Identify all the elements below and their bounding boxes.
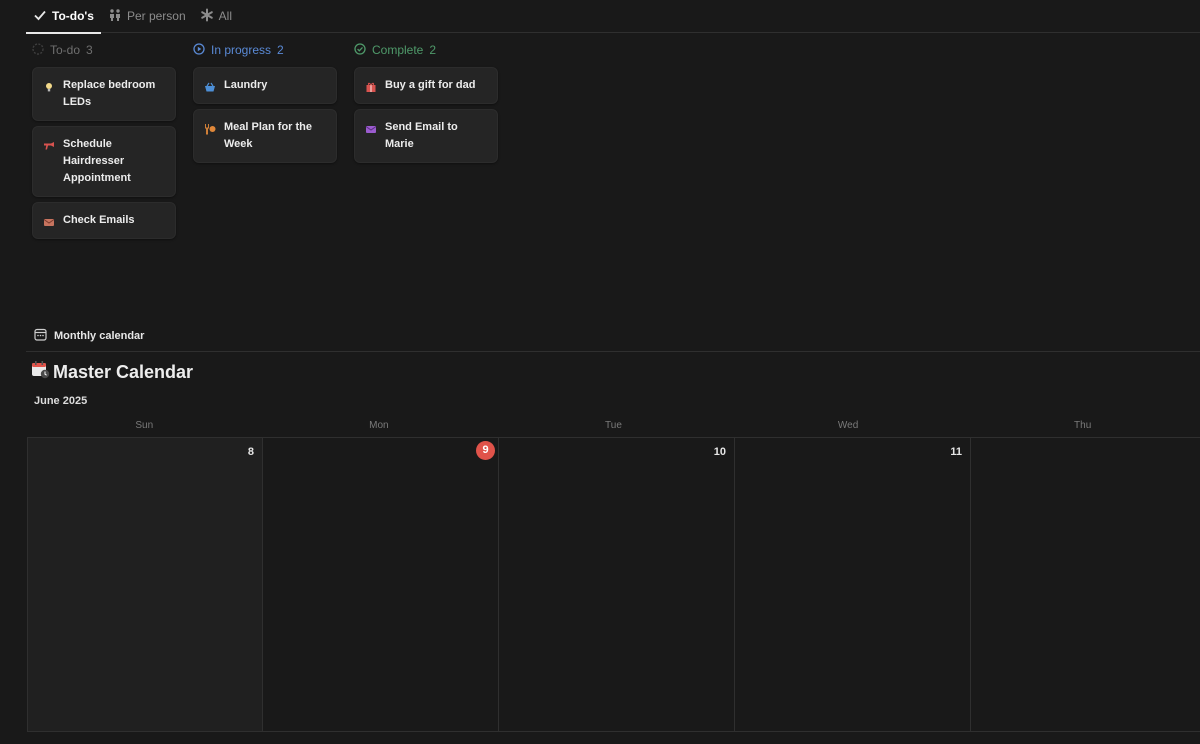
card-title: Schedule Hairdresser Appointment	[63, 138, 131, 184]
task-card[interactable]: Buy a gift for dad	[354, 67, 498, 104]
column-count: 3	[86, 43, 93, 57]
card-title: Buy a gift for dad	[385, 79, 476, 91]
tab-label: All	[218, 9, 232, 23]
play-circle-icon	[193, 42, 205, 58]
tab-label: To-do's	[52, 9, 94, 23]
weekday-label: Tue	[605, 420, 622, 431]
calendar-title: Master Calendar	[31, 360, 193, 384]
month-label: June 2025	[34, 395, 88, 407]
weekday-label: Sun	[135, 420, 154, 431]
column-complete: Complete 2 Buy a gift for dad Send Email…	[354, 42, 498, 244]
column-title: In progress	[211, 43, 272, 57]
monthly-calendar-label: Monthly calendar	[54, 330, 145, 342]
tab-label: Per person	[126, 9, 186, 23]
day-number: 10	[713, 446, 726, 458]
calendar-day-cell[interactable]: 10	[499, 438, 735, 732]
weekday-label: Mon	[369, 420, 389, 431]
task-card[interactable]: Check Emails	[32, 202, 176, 239]
calendar-grid: 8 9 10 11	[27, 438, 1200, 732]
calendar-title-text: Master Calendar	[53, 361, 194, 382]
kanban-board: To-do 3 Replace bedroom LEDs Schedule Ha…	[32, 42, 498, 244]
envelope-icon	[365, 122, 377, 134]
monthly-calendar-link[interactable]: Monthly calendar	[34, 328, 144, 344]
card-title: Replace bedroom LEDs	[63, 79, 156, 108]
column-title: Complete	[372, 43, 424, 57]
lightbulb-icon	[43, 80, 55, 92]
check-circle-icon	[354, 42, 366, 58]
card-title: Check Emails	[63, 214, 135, 226]
calendar-icon	[34, 328, 47, 344]
envelope-icon	[43, 215, 55, 227]
column-count: 2	[277, 43, 284, 57]
column-header[interactable]: Complete 2	[354, 42, 498, 58]
column-todo: To-do 3 Replace bedroom LEDs Schedule Ha…	[32, 42, 176, 244]
people-icon	[108, 8, 122, 25]
today-day-number: 9	[476, 441, 496, 460]
hairdryer-icon	[43, 139, 55, 151]
weekday-header: Sun Mon Tue Wed Thu	[27, 418, 1200, 438]
column-header[interactable]: In progress 2	[193, 42, 337, 58]
column-count: 2	[429, 43, 437, 57]
column-title: To-do	[50, 43, 81, 57]
day-number: 11	[950, 446, 962, 458]
card-title: Meal Plan for the Week	[224, 121, 313, 150]
view-tabs: To-do's Per person All	[26, 0, 1200, 34]
check-icon	[33, 8, 47, 25]
calendar-emoji-icon	[31, 360, 50, 384]
task-card[interactable]: Send Email to Marie	[354, 109, 498, 163]
tab-all[interactable]: All	[193, 0, 239, 33]
gift-icon	[365, 80, 377, 92]
weekday-label: Wed	[837, 420, 859, 431]
section-divider	[26, 351, 1200, 352]
task-card[interactable]: Replace bedroom LEDs	[32, 67, 176, 121]
task-card[interactable]: Meal Plan for the Week	[193, 109, 337, 163]
task-card[interactable]: Schedule Hairdresser Appointment	[32, 126, 176, 197]
asterisk-icon	[200, 8, 214, 25]
column-in-progress: In progress 2 Laundry Meal Plan for the …	[193, 42, 337, 244]
calendar-day-cell[interactable]: 8	[27, 438, 264, 732]
card-title: Send Email to Marie	[385, 121, 458, 150]
calendar-day-cell[interactable]	[970, 438, 1200, 732]
status-circle-icon	[32, 42, 44, 58]
calendar-day-cell[interactable]: 9	[263, 438, 500, 732]
calendar-day-cell[interactable]: 11	[735, 438, 971, 732]
cutlery-icon	[204, 122, 216, 135]
basket-icon	[204, 80, 216, 92]
column-header[interactable]: To-do 3	[32, 42, 176, 58]
day-number: 8	[247, 446, 255, 458]
card-title: Laundry	[224, 79, 268, 91]
weekday-label: Thu	[1074, 420, 1092, 431]
tab-per-person[interactable]: Per person	[101, 0, 193, 33]
task-card[interactable]: Laundry	[193, 67, 337, 104]
tab-todos[interactable]: To-do's	[26, 0, 101, 34]
